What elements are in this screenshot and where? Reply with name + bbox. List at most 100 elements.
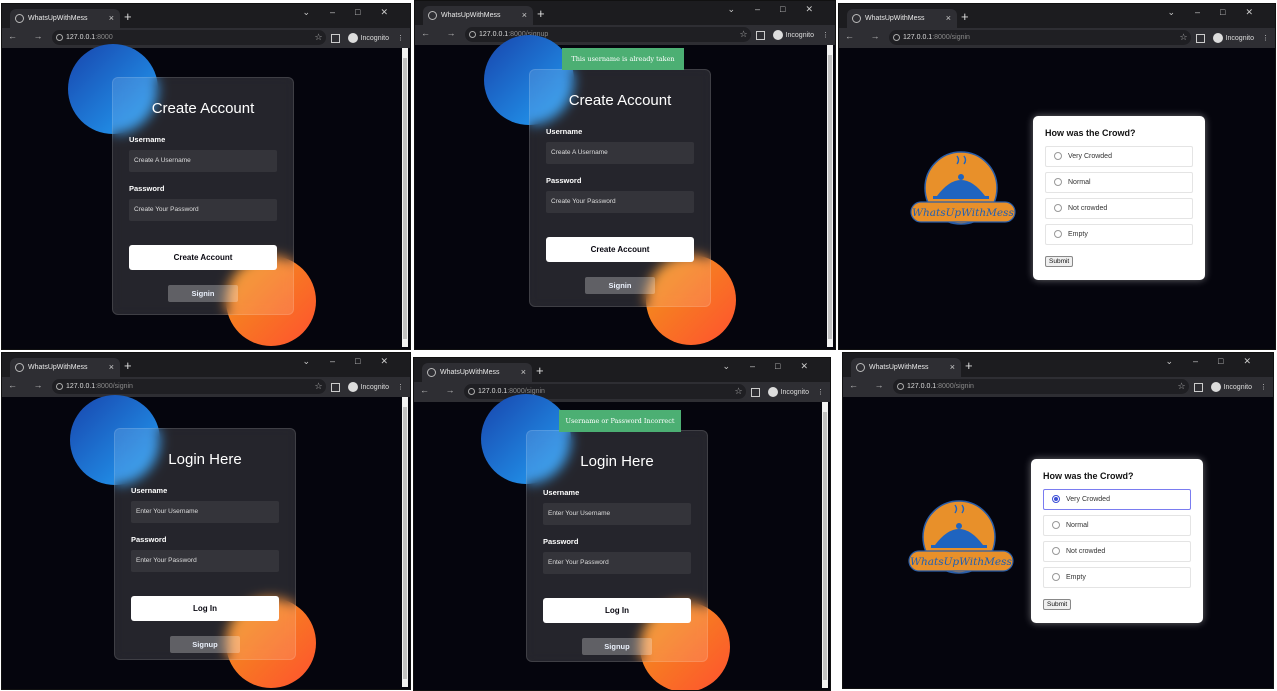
minimize-icon[interactable]: – bbox=[750, 361, 771, 371]
close-window-icon[interactable]: ✕ bbox=[380, 356, 404, 366]
option-very-crowded[interactable]: Very Crowded bbox=[1043, 489, 1191, 510]
maximize-icon[interactable]: □ bbox=[780, 4, 801, 14]
radio-icon[interactable] bbox=[1054, 178, 1062, 186]
info-icon[interactable] bbox=[468, 388, 475, 395]
info-icon[interactable] bbox=[469, 31, 476, 38]
incognito-icon[interactable] bbox=[1212, 33, 1223, 44]
minimize-icon[interactable]: – bbox=[330, 356, 351, 366]
scroll-thumb[interactable] bbox=[403, 58, 407, 339]
scrollbar[interactable] bbox=[827, 45, 833, 347]
minimize-icon[interactable]: – bbox=[1193, 356, 1214, 366]
address-bar[interactable]: 127.0.0.1:8000/signin bbox=[889, 30, 1191, 45]
more-icon[interactable]: ⋮ bbox=[817, 389, 824, 396]
scrollbar[interactable] bbox=[822, 402, 828, 688]
info-icon[interactable] bbox=[56, 34, 63, 41]
browser-tab[interactable]: WhatsUpWithMess × bbox=[422, 363, 532, 382]
browser-tab[interactable]: WhatsUpWithMess × bbox=[10, 9, 120, 28]
scroll-thumb[interactable] bbox=[823, 412, 827, 680]
window-controls[interactable]: ⌄ – □ ✕ bbox=[298, 356, 404, 367]
new-tab-button[interactable]: + bbox=[536, 363, 544, 379]
star-icon[interactable]: ☆ bbox=[1178, 381, 1186, 391]
sidepanel-icon[interactable] bbox=[1195, 33, 1205, 43]
browser-tab[interactable]: WhatsUpWithMess × bbox=[10, 358, 120, 377]
close-icon[interactable]: × bbox=[109, 358, 114, 377]
new-tab-button[interactable]: + bbox=[124, 358, 132, 374]
close-icon[interactable]: × bbox=[950, 358, 955, 377]
star-icon[interactable]: ☆ bbox=[735, 386, 743, 396]
submit-button[interactable]: Submit bbox=[1045, 256, 1074, 267]
login-button[interactable]: Log In bbox=[131, 596, 279, 621]
close-window-icon[interactable]: ✕ bbox=[1245, 7, 1269, 17]
chevron-down-icon[interactable]: ⌄ bbox=[722, 361, 746, 371]
close-icon[interactable]: × bbox=[521, 363, 526, 382]
maximize-icon[interactable]: □ bbox=[1220, 7, 1241, 17]
radio-icon[interactable] bbox=[1054, 230, 1062, 238]
more-icon[interactable]: ⋮ bbox=[1262, 35, 1269, 42]
scrollbar[interactable] bbox=[402, 397, 408, 687]
create-account-button[interactable]: Create Account bbox=[129, 245, 277, 270]
username-input[interactable]: Enter Your Username bbox=[131, 501, 279, 523]
new-tab-button[interactable]: + bbox=[961, 9, 969, 25]
scroll-thumb[interactable] bbox=[828, 55, 832, 339]
chevron-down-icon[interactable]: ⌄ bbox=[302, 356, 326, 366]
maximize-icon[interactable]: □ bbox=[355, 356, 376, 366]
incognito-icon[interactable] bbox=[767, 387, 778, 398]
info-icon[interactable] bbox=[893, 34, 900, 41]
option-normal[interactable]: Normal bbox=[1043, 515, 1191, 536]
signup-button[interactable]: Signup bbox=[170, 636, 240, 653]
chevron-down-icon[interactable]: ⌄ bbox=[302, 7, 326, 17]
new-tab-button[interactable]: + bbox=[537, 6, 545, 22]
radio-checked-icon[interactable] bbox=[1052, 495, 1060, 503]
sidepanel-icon[interactable] bbox=[750, 387, 760, 397]
password-input[interactable]: Create Your Password bbox=[129, 199, 277, 221]
address-bar[interactable]: 127.0.0.1:8000 bbox=[52, 30, 326, 45]
option-empty[interactable]: Empty bbox=[1043, 567, 1191, 588]
option-empty[interactable]: Empty bbox=[1045, 224, 1193, 245]
incognito-icon[interactable] bbox=[347, 33, 358, 44]
radio-icon[interactable] bbox=[1054, 204, 1062, 212]
sidepanel-icon[interactable] bbox=[330, 33, 340, 43]
more-icon[interactable]: ⋮ bbox=[397, 384, 404, 391]
more-icon[interactable]: ⋮ bbox=[1260, 384, 1267, 391]
browser-tab[interactable]: WhatsUpWithMess × bbox=[847, 9, 957, 28]
incognito-icon[interactable] bbox=[1210, 382, 1221, 393]
radio-icon[interactable] bbox=[1052, 573, 1060, 581]
window-controls[interactable]: ⌄ – □ ✕ bbox=[1163, 7, 1269, 18]
close-window-icon[interactable]: ✕ bbox=[1243, 356, 1267, 366]
close-window-icon[interactable]: ✕ bbox=[805, 4, 829, 14]
close-icon[interactable]: × bbox=[946, 9, 951, 28]
star-icon[interactable]: ☆ bbox=[315, 32, 323, 42]
incognito-icon[interactable] bbox=[347, 382, 358, 393]
browser-tab[interactable]: WhatsUpWithMess × bbox=[423, 6, 533, 25]
option-not-crowded[interactable]: Not crowded bbox=[1043, 541, 1191, 562]
scrollbar[interactable] bbox=[402, 48, 408, 347]
username-input[interactable]: Enter Your Username bbox=[543, 503, 691, 525]
radio-icon[interactable] bbox=[1052, 547, 1060, 555]
chevron-down-icon[interactable]: ⌄ bbox=[1167, 7, 1191, 17]
maximize-icon[interactable]: □ bbox=[1218, 356, 1239, 366]
minimize-icon[interactable]: – bbox=[755, 4, 776, 14]
close-window-icon[interactable]: ✕ bbox=[380, 7, 404, 17]
info-icon[interactable] bbox=[897, 383, 904, 390]
chevron-down-icon[interactable]: ⌄ bbox=[1165, 356, 1189, 366]
new-tab-button[interactable]: + bbox=[965, 358, 973, 374]
browser-tab[interactable]: WhatsUpWithMess × bbox=[851, 358, 961, 377]
option-not-crowded[interactable]: Not crowded bbox=[1045, 198, 1193, 219]
username-input[interactable]: Create A Username bbox=[129, 150, 277, 172]
submit-button[interactable]: Submit bbox=[1043, 599, 1072, 610]
incognito-icon[interactable] bbox=[772, 30, 783, 41]
password-input[interactable]: Enter Your Password bbox=[543, 552, 691, 574]
username-input[interactable]: Create A Username bbox=[546, 142, 694, 164]
window-controls[interactable]: ⌄ – □ ✕ bbox=[723, 4, 829, 15]
star-icon[interactable]: ☆ bbox=[315, 381, 323, 391]
radio-icon[interactable] bbox=[1054, 152, 1062, 160]
sidepanel-icon[interactable] bbox=[330, 382, 340, 392]
window-controls[interactable]: ⌄ – □ ✕ bbox=[298, 7, 404, 18]
signup-button[interactable]: Signup bbox=[582, 638, 652, 655]
login-button[interactable]: Log In bbox=[543, 598, 691, 623]
maximize-icon[interactable]: □ bbox=[355, 7, 376, 17]
create-account-button[interactable]: Create Account bbox=[546, 237, 694, 262]
star-icon[interactable]: ☆ bbox=[1180, 32, 1188, 42]
maximize-icon[interactable]: □ bbox=[775, 361, 796, 371]
more-icon[interactable]: ⋮ bbox=[397, 35, 404, 42]
